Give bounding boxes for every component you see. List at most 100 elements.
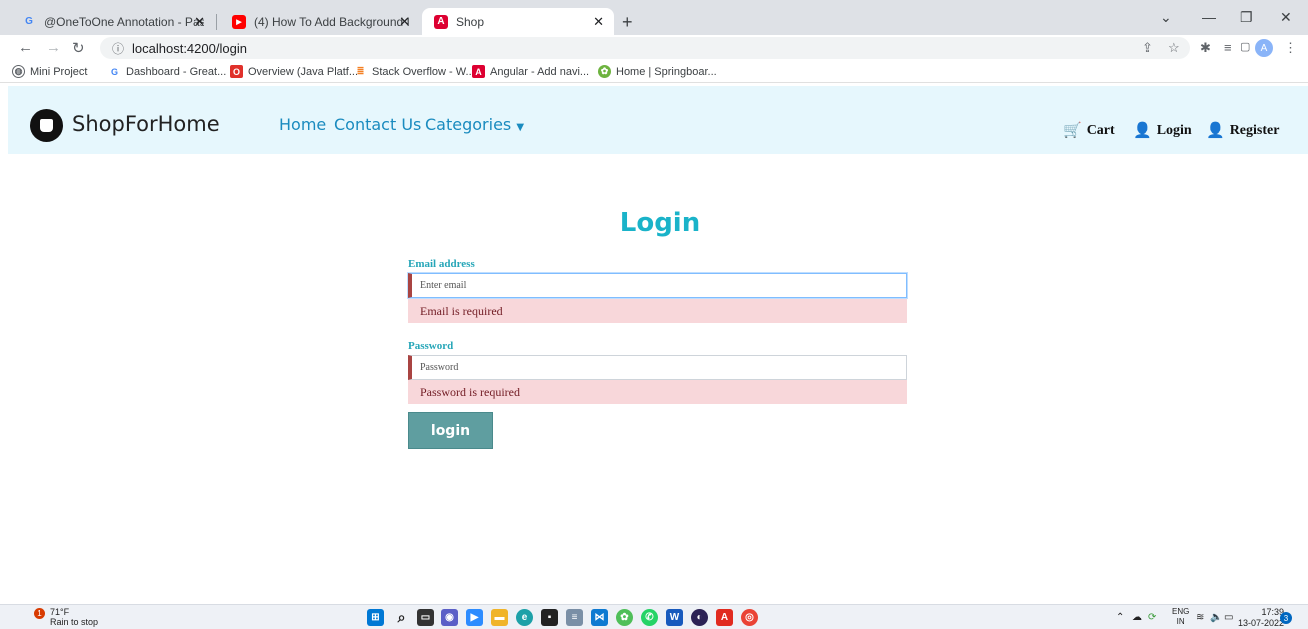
whatsapp-icon[interactable]: ✆ xyxy=(641,609,658,626)
terminal-icon[interactable]: ▪ xyxy=(541,609,558,626)
login-button[interactable]: login xyxy=(408,412,493,449)
brand-name[interactable]: ShopForHome xyxy=(72,112,220,136)
language-code: ENG xyxy=(1172,607,1190,616)
reading-list-icon[interactable]: ≡ xyxy=(1224,40,1232,55)
clock-time: 17:39 xyxy=(1261,607,1285,617)
notification-badge[interactable]: 3 xyxy=(1280,612,1292,624)
bookmark-star-icon[interactable]: ☆ xyxy=(1168,40,1180,56)
close-window-icon[interactable]: ✕ xyxy=(1280,9,1292,26)
region-code: IN xyxy=(1176,617,1185,626)
profile-avatar[interactable]: A xyxy=(1255,39,1273,57)
bookmark-label: Home | Springboar... xyxy=(616,65,717,78)
tab-search-icon[interactable]: ⌄ xyxy=(1160,9,1172,26)
zoom-icon[interactable]: ▶ xyxy=(466,609,483,626)
email-field[interactable] xyxy=(408,273,907,298)
password-error-message: Password is required xyxy=(408,380,907,404)
angular-icon: A xyxy=(472,65,485,78)
reload-icon[interactable]: ↻ xyxy=(72,39,85,57)
address-bar[interactable]: ⓘ localhost:4200/login xyxy=(100,37,1190,59)
wifi-icon[interactable]: ≋ xyxy=(1196,612,1204,623)
nav-contact-us[interactable]: Contact Us xyxy=(334,115,421,134)
password-label: Password xyxy=(408,340,454,352)
vscode-icon[interactable]: ⋈ xyxy=(591,609,608,626)
word-icon[interactable]: W xyxy=(666,609,683,626)
battery-icon[interactable]: ▭ xyxy=(1224,612,1233,623)
close-tab-icon[interactable]: ✕ xyxy=(593,14,604,30)
chrome-icon[interactable]: ◎ xyxy=(741,609,758,626)
angular-icon: A xyxy=(434,14,448,29)
search-icon[interactable]: ⌕ xyxy=(393,609,410,626)
tab-title: Shop xyxy=(456,14,485,29)
bookmark-label: Stack Overflow - W... xyxy=(372,65,475,78)
page-title: Login xyxy=(619,208,701,238)
windows-start-icon[interactable]: ⊞ xyxy=(367,609,384,626)
minimize-icon[interactable]: — xyxy=(1202,9,1216,25)
email-error-message: Email is required xyxy=(408,299,907,323)
teams-chat-icon[interactable]: ◉ xyxy=(441,609,458,626)
bookmark-item[interactable]: ✿ Home | Springboar... xyxy=(598,65,717,78)
oracle-icon: O xyxy=(230,65,243,78)
back-icon[interactable]: ← xyxy=(18,39,33,56)
user-icon: 👤 xyxy=(1206,123,1225,139)
task-view-icon[interactable]: ▭ xyxy=(417,609,434,626)
nav-login-label: Login xyxy=(1156,122,1192,138)
acrobat-icon[interactable]: A xyxy=(716,609,733,626)
windows-taskbar: 1 71°F Rain to stop ⊞ ⌕ ▭ ◉ ▶ ▬ e ▪ ≡ ⋈ … xyxy=(0,604,1308,629)
nav-cart-label: Cart xyxy=(1086,122,1115,138)
sync-icon[interactable]: ⟳ xyxy=(1148,612,1156,623)
notepad-icon[interactable]: ≡ xyxy=(566,609,583,626)
weather-widget[interactable]: 71°F Rain to stop xyxy=(50,607,98,627)
url-text: localhost:4200/login xyxy=(132,40,247,56)
spring-icon: ✿ xyxy=(598,65,611,78)
shopping-bag-logo-icon[interactable] xyxy=(30,109,63,142)
eclipse-icon[interactable]: ◐ xyxy=(691,609,708,626)
nav-login[interactable]: 👤 Login xyxy=(1133,121,1192,140)
bookmark-item[interactable]: ≣ Stack Overflow - W... xyxy=(354,65,475,78)
new-tab-icon[interactable]: + xyxy=(622,12,633,33)
close-tab-icon[interactable]: ✕ xyxy=(399,14,410,30)
spring-tools-icon[interactable]: ✿ xyxy=(616,609,633,626)
bookmark-item[interactable]: A Angular - Add navi... xyxy=(472,65,589,78)
close-tab-icon[interactable]: ✕ xyxy=(194,14,205,30)
nav-home[interactable]: Home xyxy=(279,115,326,134)
google-icon: G xyxy=(25,16,33,27)
file-explorer-icon[interactable]: ▬ xyxy=(491,609,508,626)
nav-cart[interactable]: 🛒 Cart xyxy=(1063,121,1115,140)
browser-toolbar: ← → ↻ ⓘ localhost:4200/login ⇪ ☆ ✱ ≡ ▢ A… xyxy=(0,35,1308,61)
bookmark-label: Overview (Java Platf... xyxy=(248,65,359,78)
edge-icon[interactable]: e xyxy=(516,609,533,626)
password-field[interactable] xyxy=(408,355,907,380)
bookmark-item[interactable]: G Dashboard - Great... xyxy=(108,65,226,78)
nav-register[interactable]: 👤 Register xyxy=(1206,121,1279,140)
forward-icon[interactable]: → xyxy=(46,39,61,56)
tab-title: (4) How To Add Background Ima xyxy=(254,14,409,29)
language-indicator[interactable]: ENG IN xyxy=(1172,607,1189,627)
bookmark-item[interactable]: ◍ Mini Project xyxy=(12,65,87,78)
maximize-icon[interactable]: ❐ xyxy=(1240,9,1253,26)
youtube-icon: ▶ xyxy=(232,14,246,29)
bookmark-item[interactable]: O Overview (Java Platf... xyxy=(230,65,358,78)
volume-icon[interactable]: 🔈 xyxy=(1210,612,1222,623)
nav-categories-dropdown[interactable]: Categories ▼ xyxy=(425,115,524,134)
tab-annotation[interactable]: G @OneToOne Annotation - Passp ✕ xyxy=(10,8,215,35)
caret-down-icon: ▼ xyxy=(516,122,525,133)
tab-youtube[interactable]: ▶ (4) How To Add Background Ima ✕ xyxy=(220,8,420,35)
nav-categories-label: Categories xyxy=(425,115,512,134)
menu-icon[interactable]: ⋮ xyxy=(1284,40,1297,56)
bookmark-label: Mini Project xyxy=(30,65,88,78)
browser-tab-strip: G @OneToOne Annotation - Passp ✕ ▶ (4) H… xyxy=(0,0,1308,35)
share-icon[interactable]: ⇪ xyxy=(1142,40,1153,56)
bookmarks-bar: ◍ Mini Project G Dashboard - Great... O … xyxy=(0,61,1308,83)
tab-shop[interactable]: A Shop ✕ xyxy=(422,8,614,35)
system-clock[interactable]: 17:39 13-07-2022 xyxy=(1238,607,1284,629)
show-hidden-icons-icon[interactable]: ⌃ xyxy=(1116,612,1124,623)
side-panel-icon[interactable]: ▢ xyxy=(1240,40,1250,53)
tab-title: @OneToOne Annotation - Passp xyxy=(44,14,204,29)
bookmark-label: Angular - Add navi... xyxy=(490,65,590,78)
info-icon[interactable]: ⓘ xyxy=(112,40,124,57)
cart-icon: 🛒 xyxy=(1063,123,1082,139)
nav-register-label: Register xyxy=(1229,122,1280,138)
extensions-icon[interactable]: ✱ xyxy=(1200,40,1211,56)
onedrive-icon[interactable]: ☁ xyxy=(1132,612,1142,623)
screen: G @OneToOne Annotation - Passp ✕ ▶ (4) H… xyxy=(0,0,1308,629)
